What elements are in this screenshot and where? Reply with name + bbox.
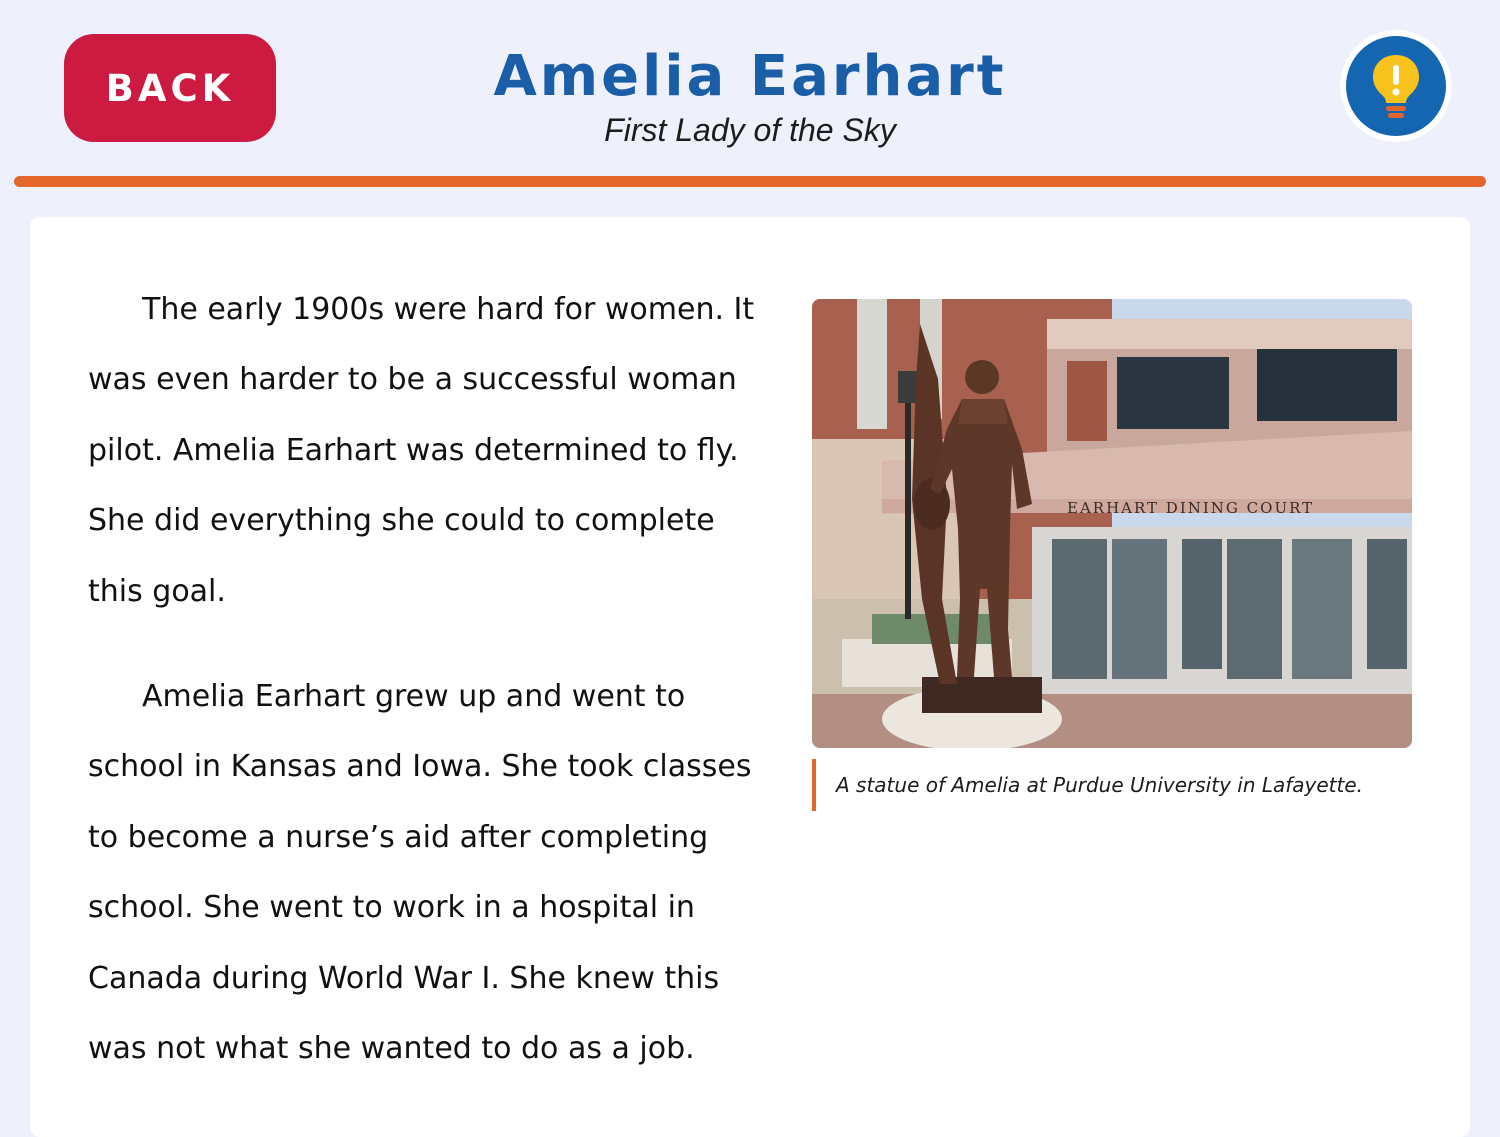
header-divider xyxy=(14,176,1486,187)
sign-text: EARHART DINING COURT xyxy=(1067,499,1314,517)
lightbulb-icon xyxy=(1373,55,1419,118)
page-header: BACK Amelia Earhart First Lady of the Sk… xyxy=(0,0,1500,190)
hint-button[interactable] xyxy=(1340,30,1452,142)
article-text: The early 1900s were hard for women. It … xyxy=(88,275,768,1119)
paragraph-1: The early 1900s were hard for women. It … xyxy=(88,292,755,609)
page-title: Amelia Earhart xyxy=(493,44,1007,109)
photo-caption: A statue of Amelia at Purdue University … xyxy=(812,759,1452,811)
paragraph-2: Amelia Earhart grew up and went to schoo… xyxy=(88,679,752,1067)
hint-button-circle xyxy=(1346,36,1446,136)
statue-photo: EARHART DINING COURT xyxy=(812,299,1412,748)
page-subtitle: First Lady of the Sky xyxy=(604,112,896,148)
content-card: The early 1900s were hard for women. It … xyxy=(30,217,1470,1137)
